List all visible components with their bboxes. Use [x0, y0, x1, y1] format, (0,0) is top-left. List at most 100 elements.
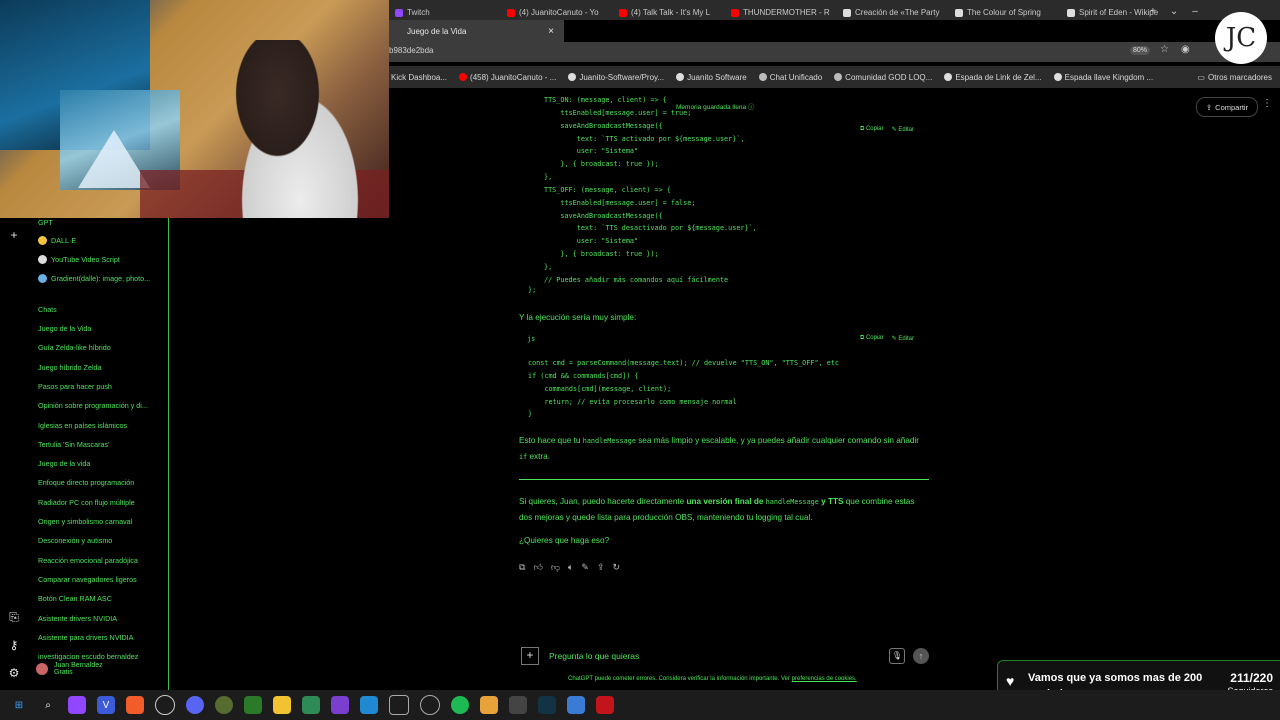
new-tab-icon[interactable]: + — [1150, 6, 1156, 17]
twitch-app-icon[interactable] — [68, 696, 86, 714]
bookmark-3[interactable]: Juanito Software — [676, 73, 747, 82]
chat-item[interactable]: investigacion escudo bernaldez — [38, 652, 163, 661]
youtube-script-icon — [38, 255, 47, 264]
edit-button[interactable]: ✎ Editar — [892, 335, 914, 342]
bookmark-6[interactable]: Espada de Link de Zel... — [944, 73, 1042, 82]
key-icon[interactable]: ⚷ — [6, 638, 22, 652]
active-tab[interactable]: Juego de la Vida × — [389, 20, 564, 42]
bookmark-1[interactable]: (458) JuanitoCanuto - ... — [459, 73, 556, 82]
copy-button[interactable]: ⧉ Copiar — [860, 335, 884, 342]
chatgpt-icon[interactable] — [244, 696, 262, 714]
tab-2[interactable]: (4) Talk Talk - It's My L — [613, 0, 725, 20]
chat-item[interactable]: Radiador PC con flujo múltiple — [38, 498, 163, 507]
tab-label: THUNDERMOTHER - R — [743, 8, 830, 17]
new-chat-icon[interactable]: + — [6, 228, 22, 242]
tab-1[interactable]: (4) JuanitoCanuto - Yo — [501, 0, 613, 20]
chat-item[interactable]: Tertulia 'Sin Mascaras' — [38, 440, 163, 449]
pdf-icon[interactable] — [596, 696, 614, 714]
cube-app-icon[interactable] — [302, 696, 320, 714]
chat-item[interactable]: Comparar navegadores ligeros — [38, 575, 163, 584]
bookmark-0[interactable]: Kick Dashboa... — [391, 73, 447, 82]
profile-icon[interactable]: ◉ — [1181, 44, 1190, 55]
cmd-icon[interactable] — [538, 696, 556, 714]
folder-icon[interactable] — [273, 696, 291, 714]
chat-item[interactable]: Juego de la vida — [38, 459, 163, 468]
other-bookmarks[interactable]: ▭ Otros marcadores — [1197, 73, 1272, 82]
copy-icon[interactable]: ⧉ — [519, 562, 525, 573]
gpt-item-youtube-script[interactable]: YouTube Video Script — [38, 255, 120, 264]
git-icon[interactable] — [480, 696, 498, 714]
edit-icon[interactable]: ✎ — [581, 562, 589, 573]
tab-3[interactable]: THUNDERMOTHER - R — [725, 0, 837, 20]
bookmark-2[interactable]: Juanito-Software/Proy... — [568, 73, 664, 82]
mic-icon[interactable]: 🎙︎ — [889, 648, 905, 664]
chat-item[interactable]: Juego de la Vida — [38, 324, 163, 333]
bookmark-5[interactable]: Comunidad GOD LOQ... — [834, 73, 932, 82]
chat-item[interactable]: Opinión sobre programación y di... — [38, 401, 163, 410]
chat-item[interactable]: Origen y simbolismo carnaval — [38, 517, 163, 526]
draw-app-icon[interactable] — [126, 696, 144, 714]
app-icon[interactable] — [215, 696, 233, 714]
window-controls: + ⌄ – — [1150, 6, 1198, 17]
tab-5[interactable]: The Colour of Spring — [949, 0, 1061, 20]
cookie-preferences-link[interactable]: preferencias de cookies. — [792, 676, 857, 682]
library-icon[interactable]: ⎘ — [6, 610, 22, 625]
bookmark-4[interactable]: Chat Unificado — [758, 73, 822, 82]
share-icon[interactable]: ⇪ — [597, 562, 605, 573]
chat-item[interactable]: Asistente para drivers NVIDIA — [38, 633, 163, 642]
chat-item[interactable]: Juego híbrido Zelda — [38, 363, 163, 372]
steam-icon[interactable] — [420, 695, 440, 715]
gpt-item-gpt[interactable]: GPT — [38, 218, 53, 227]
minimize-icon[interactable]: – — [1192, 6, 1198, 17]
zoom-badge[interactable]: 80% — [1130, 46, 1151, 55]
send-button[interactable]: ↑ — [913, 648, 929, 664]
spotify-icon[interactable] — [451, 696, 469, 714]
chat-item[interactable]: Desconexión y autismo — [38, 536, 163, 545]
tab-label: The Colour of Spring — [967, 8, 1041, 17]
chat-item[interactable]: Iglesias en países islámicos — [38, 421, 163, 430]
windows-start-icon[interactable]: ⊞ — [10, 696, 28, 714]
paragraph-3: Si quieres, Juan, puedo hacerte directam… — [519, 494, 929, 525]
thumbs-up-icon[interactable]: 👍︎ — [533, 562, 542, 573]
user-menu[interactable]: Juan Bernaldez Gratis — [36, 662, 103, 676]
share-button[interactable]: ⇪ Compartir — [1196, 97, 1258, 117]
prompt-input[interactable]: Pregunta lo que quieras — [549, 651, 639, 661]
chat-item[interactable]: Reacción emocional paradójica — [38, 556, 163, 565]
notepad-icon[interactable] — [567, 696, 585, 714]
terminal-icon[interactable] — [509, 696, 527, 714]
tab-0[interactable]: Twitch — [389, 0, 501, 20]
edit-button[interactable]: ✎ Editar — [892, 126, 914, 133]
vscode-icon[interactable] — [360, 696, 378, 714]
thumbs-down-icon[interactable]: 👎︎ — [551, 562, 560, 573]
tab-search-icon[interactable]: ⌄ — [1170, 6, 1178, 17]
sword-icon — [944, 73, 953, 81]
share-label: Compartir — [1215, 102, 1249, 112]
discord-icon[interactable] — [186, 696, 204, 714]
copy-button[interactable]: ⧉ Copiar — [860, 126, 884, 133]
close-tab-icon[interactable]: × — [548, 26, 554, 37]
attach-button[interactable]: + — [521, 647, 539, 665]
gear-icon[interactable]: ⚙ — [6, 666, 22, 680]
regenerate-icon[interactable]: ↻ — [612, 562, 620, 573]
visual-studio-icon[interactable] — [331, 696, 349, 714]
gpt-item-gradient[interactable]: Gradient(dalle): image, photo... — [38, 274, 150, 283]
more-options-icon[interactable]: ⋮ — [1262, 98, 1272, 109]
code-lang-label: js — [527, 335, 536, 343]
gpt-item-dalle[interactable]: DALL·E — [38, 236, 76, 245]
chat-item[interactable]: Pasos para hacer push — [38, 382, 163, 391]
read-aloud-icon[interactable]: 🔈︎ — [568, 562, 573, 573]
v-app-icon[interactable]: V — [97, 696, 115, 714]
chat-item[interactable]: Guía Zelda-like híbrido — [38, 343, 163, 352]
unity-icon[interactable] — [389, 695, 409, 715]
chat-item[interactable]: Enfoque directo programación — [38, 478, 163, 487]
search-icon[interactable]: ⌕ — [39, 696, 57, 714]
url-text[interactable]: b983de2bda — [389, 46, 434, 55]
tab-4[interactable]: Creación de «The Party — [837, 0, 949, 20]
obs-icon[interactable] — [155, 695, 175, 715]
chat-item[interactable]: Botón Clean RAM ASC — [38, 594, 163, 603]
star-icon[interactable]: ☆ — [1160, 44, 1169, 55]
user-plan: Gratis — [54, 669, 73, 676]
bookmark-7[interactable]: Espada llave Kingdom ... — [1053, 73, 1153, 82]
copy-label: Copiar — [865, 126, 884, 132]
chat-item[interactable]: Asistente drivers NVIDIA — [38, 614, 163, 623]
